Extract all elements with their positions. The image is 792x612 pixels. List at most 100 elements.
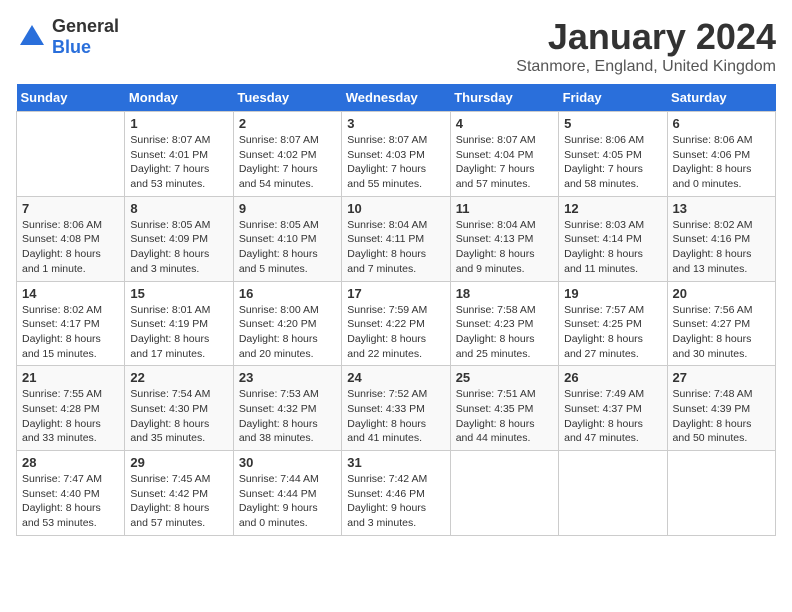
calendar-cell: 22 Sunrise: 7:54 AM Sunset: 4:30 PM Dayli… <box>125 366 233 451</box>
logo-blue: Blue <box>52 37 91 57</box>
day-info: Sunrise: 7:49 AM Sunset: 4:37 PM Dayligh… <box>564 387 661 446</box>
month-title: January 2024 <box>516 16 776 58</box>
day-info: Sunrise: 7:58 AM Sunset: 4:23 PM Dayligh… <box>456 303 553 362</box>
day-number: 2 <box>239 116 336 131</box>
day-number: 15 <box>130 286 227 301</box>
calendar-cell: 7Sunrise: 8:06 AM Sunset: 4:08 PM Daylig… <box>17 196 125 281</box>
day-info: Sunrise: 7:54 AM Sunset: 4:30 PM Dayligh… <box>130 387 227 446</box>
day-number: 10 <box>347 201 444 216</box>
day-info: Sunrise: 8:06 AM Sunset: 4:08 PM Dayligh… <box>22 218 119 277</box>
calendar-cell <box>667 451 775 536</box>
header-day-sunday: Sunday <box>17 84 125 112</box>
calendar-cell: 27 Sunrise: 7:48 AM Sunset: 4:39 PM Dayli… <box>667 366 775 451</box>
header-day-monday: Monday <box>125 84 233 112</box>
day-number: 11 <box>456 201 553 216</box>
calendar-week-1: 1Sunrise: 8:07 AM Sunset: 4:01 PM Daylig… <box>17 112 776 197</box>
day-number: 24 <box>347 370 444 385</box>
day-number: 26 <box>564 370 661 385</box>
day-info: Sunrise: 7:42 AM Sunset: 4:46 PM Dayligh… <box>347 472 444 531</box>
calendar-cell: 6 Sunrise: 8:06 AM Sunset: 4:06 PM Daylig… <box>667 112 775 197</box>
calendar-week-2: 7Sunrise: 8:06 AM Sunset: 4:08 PM Daylig… <box>17 196 776 281</box>
day-info: Sunrise: 8:00 AM Sunset: 4:20 PM Dayligh… <box>239 303 336 362</box>
day-info: Sunrise: 8:04 AM Sunset: 4:13 PM Dayligh… <box>456 218 553 277</box>
day-info: Sunrise: 8:05 AM Sunset: 4:09 PM Dayligh… <box>130 218 227 277</box>
day-number: 5 <box>564 116 661 131</box>
calendar-cell: 9 Sunrise: 8:05 AM Sunset: 4:10 PM Daylig… <box>233 196 341 281</box>
calendar-cell: 18 Sunrise: 7:58 AM Sunset: 4:23 PM Dayli… <box>450 281 558 366</box>
calendar-cell: 19Sunrise: 7:57 AM Sunset: 4:25 PM Dayli… <box>559 281 667 366</box>
calendar-cell: 5 Sunrise: 8:06 AM Sunset: 4:05 PM Daylig… <box>559 112 667 197</box>
day-number: 28 <box>22 455 119 470</box>
day-number: 25 <box>456 370 553 385</box>
calendar-cell: 14 Sunrise: 8:02 AM Sunset: 4:17 PM Dayli… <box>17 281 125 366</box>
day-number: 27 <box>673 370 770 385</box>
day-info: Sunrise: 7:57 AM Sunset: 4:25 PM Dayligh… <box>564 303 661 362</box>
day-info: Sunrise: 7:53 AM Sunset: 4:32 PM Dayligh… <box>239 387 336 446</box>
calendar-cell: 20Sunrise: 7:56 AM Sunset: 4:27 PM Dayli… <box>667 281 775 366</box>
day-info: Sunrise: 8:02 AM Sunset: 4:17 PM Dayligh… <box>22 303 119 362</box>
calendar-cell: 17 Sunrise: 7:59 AM Sunset: 4:22 PM Dayli… <box>342 281 450 366</box>
day-info: Sunrise: 7:45 AM Sunset: 4:42 PM Dayligh… <box>130 472 227 531</box>
day-number: 6 <box>673 116 770 131</box>
calendar-cell <box>559 451 667 536</box>
calendar-cell: 25 Sunrise: 7:51 AM Sunset: 4:35 PM Dayli… <box>450 366 558 451</box>
day-info: Sunrise: 8:06 AM Sunset: 4:05 PM Dayligh… <box>564 133 661 192</box>
day-number: 30 <box>239 455 336 470</box>
day-info: Sunrise: 7:59 AM Sunset: 4:22 PM Dayligh… <box>347 303 444 362</box>
day-number: 4 <box>456 116 553 131</box>
title-area: January 2024 Stanmore, England, United K… <box>516 16 776 76</box>
header-day-friday: Friday <box>559 84 667 112</box>
logo-text: General Blue <box>52 16 119 58</box>
header-day-wednesday: Wednesday <box>342 84 450 112</box>
calendar-cell: 4Sunrise: 8:07 AM Sunset: 4:04 PM Daylig… <box>450 112 558 197</box>
calendar-cell: 11 Sunrise: 8:04 AM Sunset: 4:13 PM Dayli… <box>450 196 558 281</box>
logo: General Blue <box>16 16 119 58</box>
day-number: 31 <box>347 455 444 470</box>
calendar-cell: 31 Sunrise: 7:42 AM Sunset: 4:46 PM Dayli… <box>342 451 450 536</box>
day-number: 1 <box>130 116 227 131</box>
day-number: 29 <box>130 455 227 470</box>
calendar-cell: 12 Sunrise: 8:03 AM Sunset: 4:14 PM Dayli… <box>559 196 667 281</box>
day-number: 22 <box>130 370 227 385</box>
calendar-cell: 10 Sunrise: 8:04 AM Sunset: 4:11 PM Dayli… <box>342 196 450 281</box>
location-title: Stanmore, England, United Kingdom <box>516 58 776 76</box>
day-number: 23 <box>239 370 336 385</box>
logo-general: General <box>52 16 119 36</box>
calendar-cell: 21 Sunrise: 7:55 AM Sunset: 4:28 PM Dayli… <box>17 366 125 451</box>
day-info: Sunrise: 7:44 AM Sunset: 4:44 PM Dayligh… <box>239 472 336 531</box>
day-info: Sunrise: 8:01 AM Sunset: 4:19 PM Dayligh… <box>130 303 227 362</box>
day-info: Sunrise: 8:05 AM Sunset: 4:10 PM Dayligh… <box>239 218 336 277</box>
calendar-week-4: 21 Sunrise: 7:55 AM Sunset: 4:28 PM Dayli… <box>17 366 776 451</box>
day-info: Sunrise: 7:52 AM Sunset: 4:33 PM Dayligh… <box>347 387 444 446</box>
day-info: Sunrise: 8:03 AM Sunset: 4:14 PM Dayligh… <box>564 218 661 277</box>
day-info: Sunrise: 8:07 AM Sunset: 4:03 PM Dayligh… <box>347 133 444 192</box>
calendar-table: SundayMondayTuesdayWednesdayThursdayFrid… <box>16 84 776 536</box>
page-header: General Blue January 2024 Stanmore, Engl… <box>16 16 776 76</box>
day-number: 16 <box>239 286 336 301</box>
logo-icon <box>16 21 48 53</box>
day-number: 21 <box>22 370 119 385</box>
calendar-cell: 2 Sunrise: 8:07 AM Sunset: 4:02 PM Daylig… <box>233 112 341 197</box>
calendar-cell: 28 Sunrise: 7:47 AM Sunset: 4:40 PM Dayli… <box>17 451 125 536</box>
day-info: Sunrise: 7:55 AM Sunset: 4:28 PM Dayligh… <box>22 387 119 446</box>
day-number: 17 <box>347 286 444 301</box>
day-info: Sunrise: 8:04 AM Sunset: 4:11 PM Dayligh… <box>347 218 444 277</box>
day-info: Sunrise: 7:47 AM Sunset: 4:40 PM Dayligh… <box>22 472 119 531</box>
day-number: 14 <box>22 286 119 301</box>
calendar-cell: 16 Sunrise: 8:00 AM Sunset: 4:20 PM Dayli… <box>233 281 341 366</box>
day-number: 20 <box>673 286 770 301</box>
calendar-cell: 13Sunrise: 8:02 AM Sunset: 4:16 PM Dayli… <box>667 196 775 281</box>
day-number: 12 <box>564 201 661 216</box>
day-info: Sunrise: 8:06 AM Sunset: 4:06 PM Dayligh… <box>673 133 770 192</box>
day-info: Sunrise: 8:07 AM Sunset: 4:02 PM Dayligh… <box>239 133 336 192</box>
calendar-week-5: 28 Sunrise: 7:47 AM Sunset: 4:40 PM Dayli… <box>17 451 776 536</box>
calendar-cell: 1Sunrise: 8:07 AM Sunset: 4:01 PM Daylig… <box>125 112 233 197</box>
day-number: 3 <box>347 116 444 131</box>
day-info: Sunrise: 7:51 AM Sunset: 4:35 PM Dayligh… <box>456 387 553 446</box>
day-info: Sunrise: 7:48 AM Sunset: 4:39 PM Dayligh… <box>673 387 770 446</box>
day-number: 18 <box>456 286 553 301</box>
day-number: 8 <box>130 201 227 216</box>
calendar-cell: 26 Sunrise: 7:49 AM Sunset: 4:37 PM Dayli… <box>559 366 667 451</box>
day-number: 9 <box>239 201 336 216</box>
calendar-cell: 15 Sunrise: 8:01 AM Sunset: 4:19 PM Dayli… <box>125 281 233 366</box>
